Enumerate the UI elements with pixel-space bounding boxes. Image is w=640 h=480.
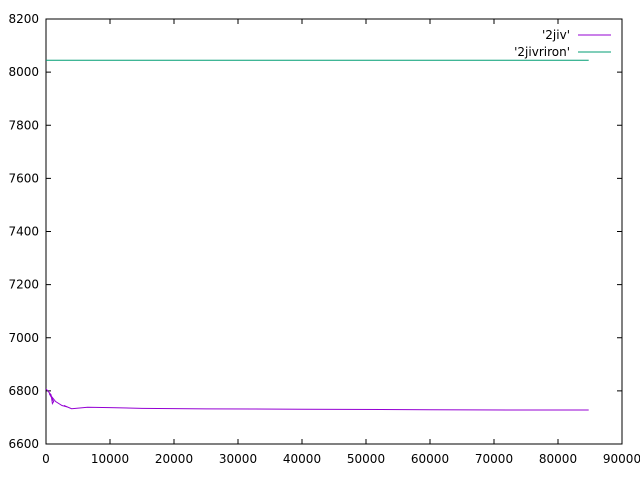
x-tick-label: 30000 <box>219 452 257 466</box>
y-tick-label: 8200 <box>8 12 39 26</box>
series-line-0 <box>45 388 589 411</box>
plot-border <box>45 18 623 445</box>
y-tick-label: 7000 <box>8 331 39 345</box>
chart: 0 10000 20000 30000 40000 50000 60000 70000 8000… <box>8 12 640 466</box>
y-tick-label: 7800 <box>8 118 39 132</box>
series-layer <box>45 59 589 411</box>
x-tick-label: 90000 <box>603 452 640 466</box>
x-tick-label: 0 <box>42 452 50 466</box>
x-tick-label: 20000 <box>155 452 193 466</box>
x-tick-label: 70000 <box>475 452 513 466</box>
x-tick-label: 80000 <box>539 452 577 466</box>
y-tick-label: 6600 <box>8 437 39 451</box>
y-tick-label: 7200 <box>8 278 39 292</box>
x-axis-ticks: 0 10000 20000 30000 40000 50000 60000 70000 8000… <box>42 19 640 466</box>
y-tick-label: 7400 <box>8 225 39 239</box>
y-tick-label: 8000 <box>8 65 39 79</box>
y-tick-label: 6800 <box>8 384 39 398</box>
y-axis-ticks: 6600 6800 7000 7200 7400 7600 7800 8000 8200 <box>8 12 622 451</box>
legend: '2jiv' '2jivriron' <box>514 28 611 59</box>
legend-label-0: '2jiv' <box>542 28 570 42</box>
x-tick-label: 40000 <box>283 452 321 466</box>
legend-label-1: '2jivriron' <box>514 45 570 59</box>
y-tick-label: 7600 <box>8 171 39 185</box>
x-tick-label: 60000 <box>411 452 449 466</box>
x-tick-label: 10000 <box>91 452 129 466</box>
x-tick-label: 50000 <box>347 452 385 466</box>
